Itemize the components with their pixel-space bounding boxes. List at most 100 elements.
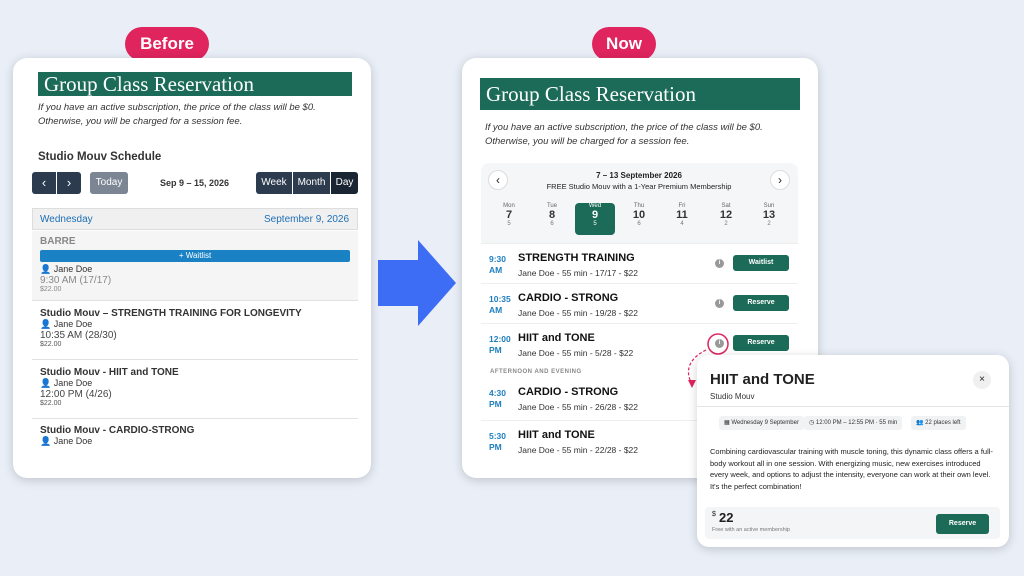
day-count: 5: [507, 221, 511, 227]
class-time: 12:00 PM (4/26): [40, 389, 112, 400]
class-price: $22.00: [40, 341, 62, 348]
class-name: Studio Mouv – STRENGTH TRAINING FOR LONG…: [40, 308, 302, 319]
class-time: 10:35 AM (28/30): [40, 330, 117, 341]
class-details: Jane Doe - 55 min - 5/28 - $22: [518, 348, 634, 358]
day-number: 8: [548, 209, 556, 221]
day-name: Wednesday: [40, 214, 93, 225]
price-note: Free with an active membership: [712, 527, 790, 533]
class-name: STRENGTH TRAINING: [518, 252, 635, 264]
class-time: 12:00 PM: [489, 334, 511, 355]
day-number: 13: [762, 209, 776, 221]
day-wed[interactable]: Wed 9 5: [575, 203, 615, 235]
date-range: Sep 9 – 15, 2026: [160, 178, 230, 188]
date-chip: ▦ Wednesday 9 September: [719, 416, 804, 430]
day-tue[interactable]: Tue 8 6: [532, 203, 572, 235]
now-page-title: Group Class Reservation: [480, 78, 800, 110]
next-button[interactable]: ›: [57, 172, 81, 194]
day-mon[interactable]: Mon 7 5: [489, 203, 529, 235]
week-range: 7 – 13 September 2026: [596, 171, 682, 180]
class-row[interactable]: 9:30 AM STRENGTH TRAINING Jane Doe - 55 min…: [481, 243, 798, 283]
class-price: $22.00: [40, 286, 62, 293]
popup-description: Combining cardiovascular training with m…: [710, 447, 993, 491]
chevron-right-icon: ›: [778, 173, 782, 187]
day-number: 12: [719, 209, 733, 221]
class-details: Jane Doe - 55 min - 17/17 - $22: [518, 268, 639, 278]
promo-text: FREE Studio Mouv with a 1-Year Premium M…: [546, 182, 732, 191]
places-chip: 👥 22 places left: [911, 416, 966, 430]
day-number: 11: [676, 209, 688, 221]
day-fri[interactable]: Fri 11 4: [662, 203, 702, 235]
class-time: 9:30 AM (17/17): [40, 275, 112, 286]
prev-button[interactable]: ‹: [32, 172, 56, 194]
class-price: $22.00: [40, 400, 62, 407]
instructor: 👤 Jane Doe: [40, 319, 93, 329]
instructor: 👤 Jane Doe: [40, 264, 93, 274]
class-details: Jane Doe - 55 min - 26/28 - $22: [518, 402, 639, 412]
class-name: HIIT and TONE: [518, 429, 595, 441]
price-currency: $: [712, 511, 716, 518]
person-icon: 👤: [40, 436, 52, 446]
class-time: 5:30 PM: [489, 431, 507, 452]
before-note: If you have an active subscription, the …: [38, 102, 316, 127]
person-icon: 👤: [40, 264, 52, 274]
view-day-button[interactable]: Day: [331, 172, 358, 194]
class-name: CARDIO - STRONG: [518, 386, 619, 398]
today-button[interactable]: Today: [90, 172, 128, 194]
class-name: Studio Mouv - CARDIO-STRONG: [40, 425, 195, 436]
class-time: 9:30 AM: [489, 254, 507, 275]
section-label: AFTERNOON AND EVENING: [490, 369, 582, 375]
next-week-button[interactable]: ›: [770, 170, 790, 190]
day-sat[interactable]: Sat 12 2: [706, 203, 746, 235]
reserve-button[interactable]: Reserve: [733, 295, 789, 311]
class-row[interactable]: Studio Mouv - HIIT and TONE 👤 Jane Doe 1…: [32, 361, 358, 419]
class-name: CARDIO - STRONG: [518, 292, 619, 304]
calendar-icon: ▦: [724, 420, 730, 426]
info-icon[interactable]: i: [715, 299, 724, 308]
day-count: 2: [724, 221, 728, 227]
waitlist-button[interactable]: + Waitlist: [40, 250, 350, 262]
before-page-title: Group Class Reservation: [38, 72, 352, 96]
barre-class: BARRE + Waitlist 👤 Jane Doe 9:30 AM (17/…: [32, 231, 358, 301]
waitlist-button[interactable]: Waitlist: [733, 255, 789, 271]
close-icon: ×: [979, 374, 985, 385]
day-number: 7: [505, 209, 513, 221]
arrow-right-icon: [378, 240, 456, 326]
info-icon[interactable]: i: [715, 259, 724, 268]
popup-reserve-button[interactable]: Reserve: [936, 514, 989, 534]
class-time: 10:35 AM: [489, 294, 511, 315]
popup-price: 22: [719, 510, 734, 525]
day-number: 10: [632, 209, 646, 221]
view-week-button[interactable]: Week: [256, 172, 292, 194]
day-number: 9: [591, 209, 599, 221]
time-chip: ◷ 12:00 PM – 12:55 PM · 55 min: [804, 416, 903, 430]
now-note: If you have an active subscription, the …: [485, 122, 763, 147]
instructor: 👤 Jane Doe: [40, 378, 93, 388]
close-button[interactable]: ×: [973, 371, 991, 389]
people-icon: 👥: [916, 420, 924, 426]
view-month-button[interactable]: Month: [293, 172, 330, 194]
prev-week-button[interactable]: ‹: [488, 170, 508, 190]
popup-studio: Studio Mouv: [710, 392, 755, 401]
chevron-left-icon: ‹: [496, 173, 500, 187]
instructor: 👤 Jane Doe: [40, 436, 93, 446]
day-count: 6: [637, 221, 641, 227]
day-count: 5: [593, 221, 597, 227]
class-row[interactable]: Studio Mouv - CARDIO-STRONG 👤 Jane Doe: [32, 420, 358, 450]
person-icon: 👤: [40, 319, 52, 329]
popup-divider: [697, 406, 1009, 407]
class-row[interactable]: 10:35 AM CARDIO - STRONG Jane Doe - 55 min …: [481, 283, 798, 323]
person-icon: 👤: [40, 378, 52, 388]
class-details: Jane Doe - 55 min - 22/28 - $22: [518, 445, 639, 455]
day-sun[interactable]: Sun 13 2: [749, 203, 789, 235]
day-count: 4: [680, 221, 684, 227]
class-time: 4:30 PM: [489, 388, 507, 409]
day-count: 6: [550, 221, 554, 227]
class-name: HIIT and TONE: [518, 332, 595, 344]
day-thu[interactable]: Thu 10 6: [619, 203, 659, 235]
popup-title: HIIT and TONE: [710, 371, 815, 388]
class-row[interactable]: Studio Mouv – STRENGTH TRAINING FOR LONG…: [32, 302, 358, 360]
day-count: 2: [767, 221, 771, 227]
class-details: Jane Doe - 55 min - 19/28 - $22: [518, 308, 639, 318]
clock-icon: ◷: [809, 420, 815, 426]
now-label: Now: [592, 27, 656, 61]
